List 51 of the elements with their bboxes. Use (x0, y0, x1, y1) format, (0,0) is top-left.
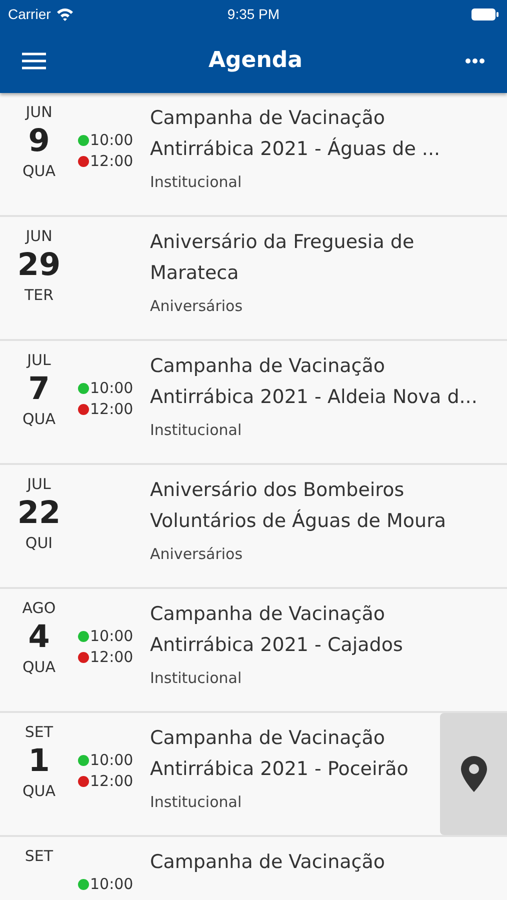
event-day: 4 (28, 619, 50, 656)
menu-icon[interactable] (22, 52, 46, 70)
event-title: Campanha de Vacinação Antirrábica 2021 - Águas de ... (150, 106, 442, 162)
event-time: 12:00 (90, 648, 134, 666)
event-title: Campanha de Vacinação Antirrábica 2021 - Poceirão (150, 726, 408, 782)
battery-icon (471, 8, 499, 20)
event-day: 22 (17, 495, 61, 532)
event-category: Institucional (150, 173, 243, 191)
event-time: 10:00 (90, 751, 134, 769)
event-month: JUN (26, 103, 52, 121)
location-button[interactable] (440, 713, 507, 835)
event-month: JUN (26, 227, 52, 245)
event-category: Institucional (150, 793, 243, 811)
event-month: SET (24, 847, 54, 865)
event-day: 7 (28, 371, 50, 408)
event-time: 12:00 (90, 152, 134, 170)
event-month: SET (24, 723, 54, 741)
event-row[interactable]: SET 1 QUA 10:00 12:00 Campanha de Vacinação Antirrábica 2021 - Poceirão Institucional (0, 713, 507, 837)
event-day: 1 (28, 743, 50, 780)
more-icon[interactable] (464, 58, 485, 64)
event-weekday: TER (24, 286, 54, 304)
event-time: 10:00 (90, 379, 134, 397)
event-title: Campanha de Vacinação (150, 850, 386, 875)
event-time: 10:00 (90, 131, 134, 149)
event-title: Aniversário da Freguesia de Marateca (150, 230, 416, 286)
event-category: Aniversários (150, 297, 244, 315)
event-month: JUL (27, 475, 51, 493)
event-weekday: QUA (22, 782, 56, 800)
event-weekday: QUI (25, 534, 53, 552)
event-day: 29 (17, 247, 61, 284)
carrier-label: Carrier (8, 6, 51, 22)
event-weekday: QUA (22, 658, 56, 676)
event-time: 10:00 (90, 627, 134, 645)
event-category: Institucional (150, 421, 243, 439)
event-weekday: QUA (22, 410, 56, 428)
event-title: Aniversário dos Bombeiros Voluntários de Águas de Moura (150, 478, 448, 534)
event-category: Aniversários (150, 545, 244, 563)
event-month: AGO (22, 599, 56, 617)
clock-time: 9:35 PM (227, 6, 280, 22)
event-time: 10:00 (90, 875, 134, 893)
wifi-icon (56, 7, 74, 21)
event-title: Campanha de Vacinação Antirrábica 2021 - Aldeia Nova d... (150, 354, 478, 410)
event-day: 9 (28, 123, 50, 160)
event-time: 12:00 (90, 772, 134, 790)
event-category: Institucional (150, 669, 243, 687)
event-weekday: QUA (22, 162, 56, 180)
screen-title: Agenda (208, 48, 302, 73)
event-time: 12:00 (90, 400, 134, 418)
event-month: JUL (27, 351, 51, 369)
map-pin-icon (460, 756, 488, 792)
event-title: Campanha de Vacinação Antirrábica 2021 - Cajados (150, 602, 404, 658)
